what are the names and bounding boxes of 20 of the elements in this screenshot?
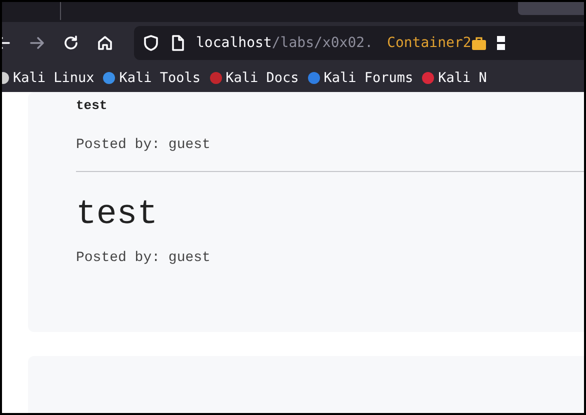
url-host: localhost <box>196 35 272 51</box>
post-title: test <box>76 98 108 113</box>
forward-arrow-icon <box>28 34 46 52</box>
address-bar[interactable]: localhost/labs/x0x02. Container2 <box>134 26 584 60</box>
shield-icon <box>142 34 160 52</box>
post-title: test <box>76 196 159 234</box>
post-author: Posted by: guest <box>76 137 212 153</box>
bookmark-link[interactable]: Kali Tools <box>102 70 201 86</box>
menu-icon[interactable] <box>497 35 506 51</box>
home-icon <box>96 34 114 52</box>
page-icon <box>170 34 186 52</box>
bookmark-link[interactable]: Kali N <box>421 70 487 86</box>
url-path: /labs/x0x02. <box>272 35 374 51</box>
reload-icon <box>62 34 80 52</box>
bookmark-link[interactable]: Kali Linux <box>2 70 94 86</box>
post-author: Posted by: guest <box>76 250 212 266</box>
briefcase-icon <box>471 36 488 50</box>
container-label: Container2 <box>387 35 472 51</box>
bookmark-link[interactable]: Kali Docs <box>208 70 299 86</box>
bookmark-link[interactable]: Kali Forums <box>306 70 414 86</box>
